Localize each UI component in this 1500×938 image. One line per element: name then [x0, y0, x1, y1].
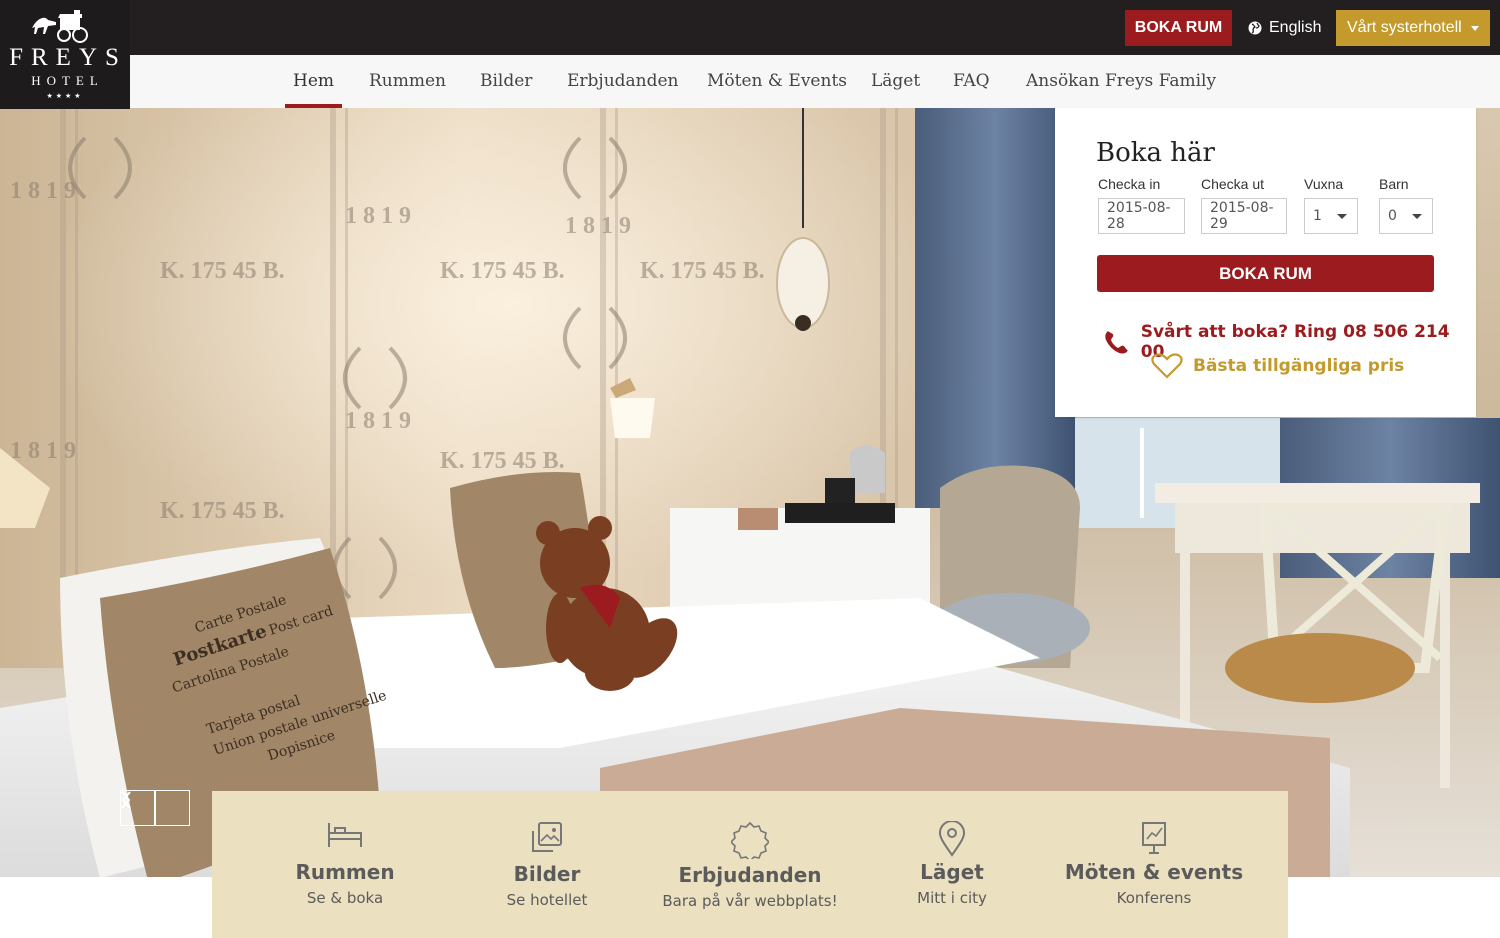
main-nav: Hem Rummen Bilder Erbjudanden Möten & Ev…: [130, 55, 1500, 109]
svg-text:K. 175 45 B.: K. 175 45 B.: [160, 498, 285, 524]
dropdown-arrow-icon: [1412, 214, 1422, 219]
globe-icon: [1248, 21, 1262, 35]
nav-item-ansokan[interactable]: Ansökan Freys Family: [1026, 55, 1216, 108]
sister-hotel-label: Vårt systerhotell: [1347, 19, 1462, 36]
feature-subtitle: Mitt i city: [917, 889, 987, 907]
hotel-logo[interactable]: FREYS HOTEL ★★★★: [0, 0, 130, 109]
svg-text:K. 175 45 B.: K. 175 45 B.: [440, 258, 565, 284]
photos-icon: [532, 822, 562, 852]
slider-controls: [120, 790, 190, 826]
svg-text:1 8 1 9: 1 8 1 9: [10, 178, 76, 204]
feature-title: Bilder: [513, 862, 581, 886]
booking-title: Boka här: [1096, 138, 1215, 168]
book-room-top-button[interactable]: BOKA RUM: [1125, 10, 1232, 46]
children-value: 0: [1388, 208, 1397, 224]
svg-text:1 8 1 9: 1 8 1 9: [345, 203, 411, 229]
best-price-text: Bästa tillgängliga pris: [1193, 356, 1405, 376]
best-price-note: Bästa tillgängliga pris: [1151, 353, 1404, 379]
svg-text:1 8 1 9: 1 8 1 9: [565, 213, 631, 239]
feature-bilder[interactable]: Bilder Se hotellet: [447, 791, 647, 938]
svg-text:K. 175 45 B.: K. 175 45 B.: [160, 258, 285, 284]
logo-subtitle: HOTEL: [31, 73, 104, 88]
checkout-label: Checka ut: [1201, 176, 1265, 192]
svg-text:1 8 1 9: 1 8 1 9: [345, 408, 411, 434]
bed-icon: [328, 823, 362, 847]
nav-item-erbjudanden[interactable]: Erbjudanden: [567, 55, 679, 108]
nav-item-hem[interactable]: Hem: [284, 55, 343, 108]
checkin-label: Checka in: [1098, 176, 1161, 192]
feature-subtitle: Konferens: [1116, 889, 1192, 907]
feature-moten-events[interactable]: Möten & events Konferens: [1054, 791, 1254, 938]
feature-title: Möten & events: [1064, 860, 1244, 884]
nav-item-faq[interactable]: FAQ: [953, 55, 990, 108]
book-room-button[interactable]: BOKA RUM: [1097, 255, 1434, 292]
adults-select[interactable]: 1: [1304, 198, 1358, 234]
checkout-value: 2015-08-29: [1210, 200, 1274, 232]
checkout-input[interactable]: 2015-08-29: [1201, 198, 1287, 234]
svg-text:K. 175 45 B.: K. 175 45 B.: [440, 448, 565, 474]
checkin-value: 2015-08-28: [1107, 200, 1171, 232]
adults-value: 1: [1313, 208, 1322, 224]
sister-hotel-dropdown[interactable]: Vårt systerhotell: [1336, 10, 1490, 46]
feature-laget[interactable]: Läget Mitt i city: [852, 791, 1052, 938]
svg-text:1 8 1 9: 1 8 1 9: [10, 438, 76, 464]
caret-down-icon: [1470, 25, 1479, 31]
chevron-right-icon: [121, 791, 131, 809]
heart-icon: [1151, 353, 1183, 379]
feature-title: Läget: [920, 860, 984, 884]
dropdown-arrow-icon: [1337, 214, 1347, 219]
presentation-chart-icon: [1142, 822, 1166, 854]
logo-brand: FREYS: [9, 44, 127, 71]
children-label: Barn: [1379, 176, 1409, 192]
children-select[interactable]: 0: [1379, 198, 1433, 234]
carriage-icon: [32, 10, 88, 43]
feature-title: Rummen: [295, 860, 395, 884]
nav-item-bilder[interactable]: Bilder: [480, 55, 532, 108]
feature-erbjudanden[interactable]: Erbjudanden Bara på vår webbplats!: [650, 791, 850, 938]
nav-item-laget[interactable]: Läget: [871, 55, 920, 108]
badge-icon: [731, 821, 769, 859]
feature-subtitle: Se hotellet: [506, 891, 588, 909]
feature-subtitle: Se & boka: [306, 889, 384, 907]
checkin-input[interactable]: 2015-08-28: [1098, 198, 1185, 234]
svg-text:K. 175 45 B.: K. 175 45 B.: [640, 258, 765, 284]
adults-label: Vuxna: [1304, 176, 1344, 192]
booking-widget: Boka här Checka in 2015-08-28 Checka ut …: [1055, 108, 1476, 417]
phone-icon: [1105, 331, 1128, 354]
logo-stars: ★★★★: [46, 92, 84, 100]
language-switch[interactable]: English: [1248, 10, 1321, 46]
slider-next-button[interactable]: [121, 790, 190, 826]
feature-title: Erbjudanden: [678, 863, 822, 887]
nav-item-rummen[interactable]: Rummen: [369, 55, 446, 108]
feature-rummen[interactable]: Rummen Se & boka: [245, 791, 445, 938]
feature-subtitle: Bara på vår webbplats!: [662, 892, 838, 910]
language-label: English: [1269, 19, 1322, 36]
map-pin-icon: [938, 821, 966, 857]
feature-bar: Rummen Se & boka Bilder Se hotellet Erbj…: [212, 791, 1288, 938]
nav-item-moten-events[interactable]: Möten & Events: [707, 55, 847, 108]
